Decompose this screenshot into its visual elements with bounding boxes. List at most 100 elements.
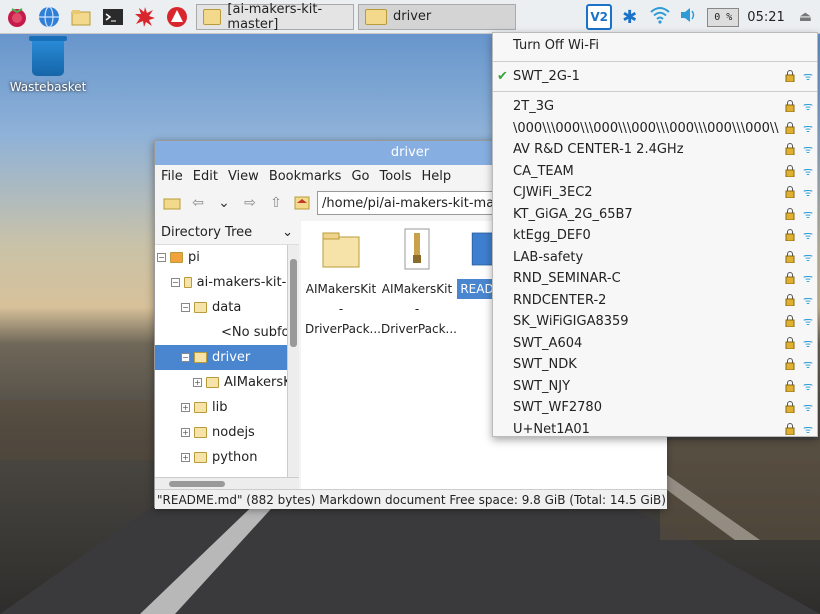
tree-item-python[interactable]: + python	[155, 445, 299, 470]
file-manager-icon[interactable]	[68, 4, 94, 30]
expand-icon[interactable]: +	[181, 403, 190, 412]
network-item[interactable]: ktEgg_DEF0 ᯤ	[493, 225, 817, 247]
bluetooth-icon[interactable]: ✱	[622, 7, 637, 28]
file-name: -	[414, 302, 420, 316]
signal-icon: ᯤ	[802, 100, 813, 113]
network-name: ktEgg_DEF0	[513, 228, 591, 244]
folder-icon	[203, 8, 222, 25]
network-item[interactable]: 2T_3G ᯤ	[493, 96, 817, 118]
tree-item-lib[interactable]: + lib	[155, 395, 299, 420]
turn-off-wifi[interactable]: Turn Off Wi-Fi	[493, 35, 817, 57]
network-item[interactable]: RND_SEMINAR-C ᯤ	[493, 268, 817, 290]
volume-icon[interactable]	[679, 6, 699, 28]
menu-edit[interactable]: Edit	[193, 169, 218, 184]
signal-icon: ᯤ	[802, 293, 813, 307]
network-item[interactable]: SWT_A604 ᯤ	[493, 333, 817, 355]
side-pane-selector[interactable]: Directory Tree ⌄	[155, 221, 299, 245]
collapse-icon[interactable]: −	[181, 303, 190, 312]
history-dropdown-icon[interactable]: ⌄	[213, 192, 235, 214]
file-name: READ	[457, 279, 497, 299]
browser-icon[interactable]	[36, 4, 62, 30]
task-ai-makers-kit[interactable]: [ai-makers-kit-master]	[196, 2, 354, 32]
menu-bookmarks[interactable]: Bookmarks	[269, 169, 342, 184]
desktop-icon-wastebasket[interactable]: Wastebasket	[8, 36, 88, 94]
lock-icon	[785, 207, 795, 220]
folder-icon	[194, 452, 207, 463]
file-item-readme[interactable]: READ	[457, 223, 497, 299]
network-item[interactable]: CJWiFi_3EC2 ᯤ	[493, 182, 817, 204]
network-item[interactable]: SK_WiFiGIGA8359 ᯤ	[493, 311, 817, 333]
lock-icon	[785, 100, 795, 113]
network-item[interactable]: U+Net1A01 ᯤ	[493, 419, 817, 441]
clock[interactable]: 05:21	[747, 10, 784, 25]
chevron-down-icon: ⌄	[282, 225, 293, 240]
scroll-thumb[interactable]	[169, 481, 225, 487]
network-item[interactable]: LAB-safety ᯤ	[493, 247, 817, 269]
tree-label: nodejs	[212, 425, 255, 440]
forward-button[interactable]: ⇨	[239, 192, 261, 214]
lock-icon	[785, 379, 795, 392]
vnc-icon[interactable]: V2	[586, 4, 613, 30]
network-name: AV R&D CENTER-1 2.4GHz	[513, 142, 684, 158]
lock-icon	[785, 69, 795, 82]
expand-icon[interactable]: +	[193, 378, 202, 387]
tree-item-pi[interactable]: − pi	[155, 245, 299, 270]
collapse-icon[interactable]: −	[157, 253, 166, 262]
tree-item-ai-makers-kit[interactable]: − ai-makers-kit-m	[155, 270, 299, 295]
signal-icon: ᯤ	[802, 69, 813, 83]
cpu-monitor[interactable]: 0 %	[707, 7, 740, 27]
mathematica-icon[interactable]	[164, 4, 190, 30]
network-item[interactable]: RNDCENTER-2 ᯤ	[493, 290, 817, 312]
network-name: SK_WiFiGIGA8359	[513, 314, 629, 330]
tree-horizontal-scrollbar[interactable]	[155, 477, 299, 489]
network-item[interactable]: CA_TEAM ᯤ	[493, 161, 817, 183]
menu-tools[interactable]: Tools	[379, 169, 411, 184]
menu-go[interactable]: Go	[351, 169, 369, 184]
menu-help[interactable]: Help	[422, 169, 452, 184]
lock-icon	[785, 272, 795, 285]
home-icon[interactable]	[291, 192, 313, 214]
tree-item-aimakerskit[interactable]: + AIMakersKi	[155, 370, 299, 395]
raspberry-menu-icon[interactable]	[4, 4, 30, 30]
folder-icon	[322, 232, 360, 268]
tree-label: python	[212, 450, 258, 465]
new-tab-icon[interactable]	[161, 192, 183, 214]
signal-icon: ᯤ	[802, 315, 813, 328]
up-button[interactable]: ⇧	[265, 192, 287, 214]
expand-icon[interactable]: +	[181, 428, 190, 437]
collapse-icon[interactable]: −	[181, 353, 190, 362]
back-button[interactable]: ⇦	[187, 192, 209, 214]
tree-label: lib	[212, 400, 228, 415]
separator	[493, 91, 817, 92]
network-item[interactable]: SWT_WF2780 ᯤ	[493, 397, 817, 419]
expand-icon[interactable]: +	[181, 453, 190, 462]
scroll-thumb[interactable]	[290, 259, 297, 347]
lock-icon	[785, 422, 795, 435]
network-item[interactable]: KT_GiGA_2G_65B7 ᯤ	[493, 204, 817, 226]
network-item[interactable]: SWT_NDK ᯤ	[493, 354, 817, 376]
network-item[interactable]: \000\\\000\\\000\\\000\\\000\\\000\\\000…	[493, 118, 817, 140]
task-driver[interactable]: driver	[358, 3, 516, 30]
tree-item-nodejs[interactable]: + nodejs	[155, 420, 299, 445]
lock-icon	[785, 336, 795, 349]
folder-icon	[365, 8, 387, 25]
lock-icon	[785, 229, 795, 242]
burst-icon[interactable]	[132, 4, 158, 30]
tree-item-data[interactable]: − data	[155, 295, 299, 320]
terminal-icon[interactable]	[100, 4, 126, 30]
collapse-icon[interactable]: −	[171, 278, 180, 287]
network-item[interactable]: SWT_NJY ᯤ	[493, 376, 817, 398]
file-item[interactable]: AIMakersKit - DriverPack...	[381, 223, 457, 339]
network-item[interactable]: AV R&D CENTER-1 2.4GHz ᯤ	[493, 139, 817, 161]
folder-icon	[194, 352, 207, 363]
network-name: SWT_A604	[513, 335, 583, 351]
network-connected[interactable]: ✔ SWT_2G-1 ᯤ	[493, 66, 817, 88]
lock-icon	[785, 143, 795, 156]
tree-item-driver[interactable]: − driver	[155, 345, 299, 370]
menu-view[interactable]: View	[228, 169, 259, 184]
tree-vertical-scrollbar[interactable]	[287, 245, 299, 477]
menu-file[interactable]: File	[161, 169, 183, 184]
eject-icon[interactable]: ⏏	[799, 9, 812, 25]
file-item[interactable]: AIMakersKit - DriverPack...	[305, 223, 381, 339]
wifi-icon[interactable]	[649, 6, 671, 28]
